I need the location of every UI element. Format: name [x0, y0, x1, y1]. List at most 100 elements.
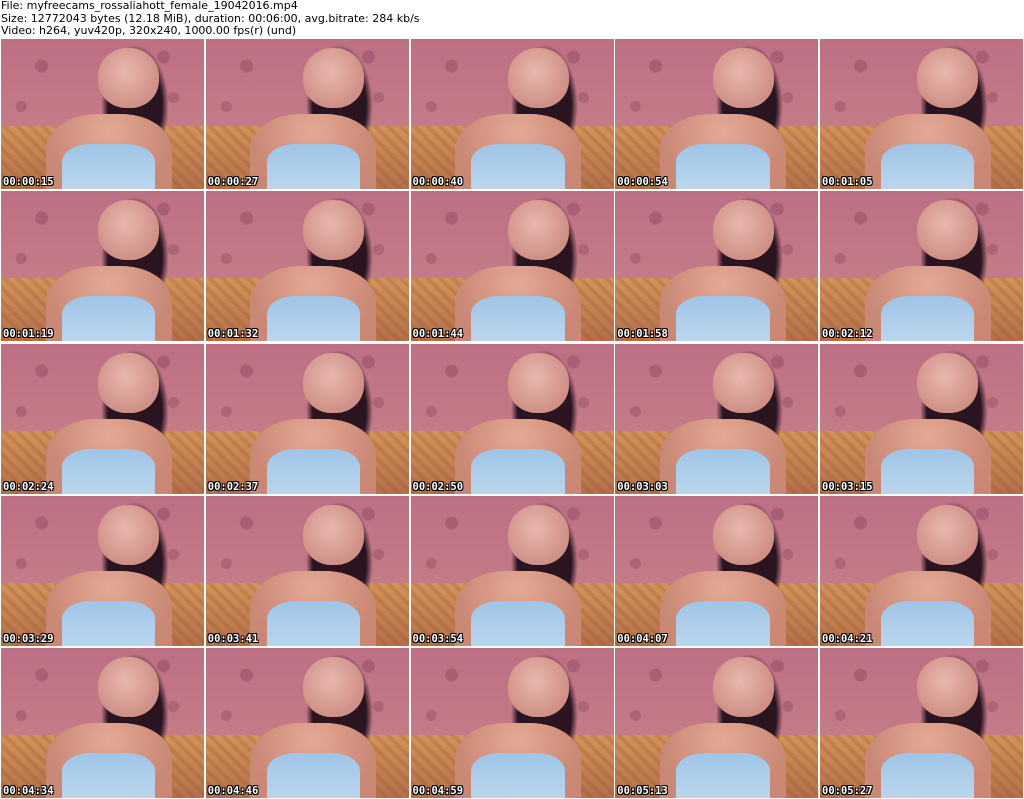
video-frame-thumbnail: 00:01:44 — [410, 191, 614, 342]
frame-face-shape — [98, 200, 160, 261]
frame-top-shape — [471, 448, 565, 494]
frame-timestamp: 00:00:27 — [207, 176, 259, 188]
frame-timestamp: 00:04:34 — [3, 785, 54, 797]
frame-timestamp: 00:03:29 — [3, 632, 54, 645]
thumbnail-grid: 00:00:15 00:00:27 00:00:40 00:00:54 00:01:05… — [1, 39, 1023, 798]
frame-top-shape — [471, 144, 565, 189]
frame-top-shape — [880, 753, 975, 798]
frame-timestamp: 00:05:13 — [617, 785, 668, 797]
video-frame-thumbnail: 00:02:50 — [410, 343, 614, 494]
frame-top-shape — [471, 296, 565, 342]
frame-face-shape — [712, 200, 774, 261]
video-frame-thumbnail: 00:03:03 — [615, 343, 819, 494]
video-frame-thumbnail: 00:03:29 — [1, 495, 204, 646]
frame-face-shape — [507, 48, 569, 108]
frame-timestamp: 00:03:03 — [617, 480, 668, 493]
frame-face-shape — [303, 657, 365, 717]
frame-timestamp: 00:04:21 — [822, 632, 873, 645]
video-frame-thumbnail: 00:03:54 — [410, 495, 614, 646]
frame-timestamp: 00:02:12 — [822, 328, 873, 341]
video-frame-thumbnail: 00:02:12 — [820, 191, 1023, 342]
file-name-line: File: myfreecams_rossaliahott_female_190… — [1, 0, 298, 12]
frame-face-shape — [507, 352, 569, 413]
frame-top-shape — [266, 144, 361, 189]
frame-face-shape — [98, 657, 160, 717]
frame-top-shape — [61, 144, 156, 189]
frame-top-shape — [676, 448, 770, 494]
frame-top-shape — [61, 448, 156, 494]
frame-face-shape — [917, 48, 979, 108]
frame-top-shape — [61, 600, 156, 646]
frame-face-shape — [712, 504, 774, 565]
video-frame-thumbnail: 00:00:15 — [1, 39, 204, 189]
frame-timestamp: 00:04:46 — [207, 785, 259, 797]
frame-top-shape — [471, 753, 565, 798]
frame-timestamp: 00:01:19 — [3, 328, 54, 341]
frame-timestamp: 00:03:41 — [207, 632, 259, 645]
video-frame-thumbnail: 00:01:05 — [820, 39, 1023, 189]
video-frame-thumbnail: 00:00:40 — [410, 39, 614, 189]
frame-timestamp: 00:02:24 — [3, 480, 54, 493]
frame-timestamp: 00:04:07 — [617, 632, 668, 645]
video-frame-thumbnail: 00:02:24 — [1, 343, 204, 494]
video-frame-thumbnail: 00:03:41 — [205, 495, 409, 646]
frame-timestamp: 00:02:37 — [207, 480, 259, 493]
frame-face-shape — [712, 352, 774, 413]
video-frame-thumbnail: 00:00:54 — [615, 39, 819, 189]
frame-top-shape — [471, 600, 565, 646]
video-frame-thumbnail: 00:01:32 — [205, 191, 409, 342]
video-frame-thumbnail: 00:04:34 — [1, 648, 204, 798]
frame-timestamp: 00:01:58 — [617, 328, 668, 341]
frame-face-shape — [917, 657, 979, 717]
frame-timestamp: 00:00:40 — [412, 176, 464, 188]
frame-face-shape — [917, 504, 979, 565]
video-frame-thumbnail: 00:05:27 — [820, 648, 1023, 798]
frame-face-shape — [712, 48, 774, 108]
video-frame-thumbnail: 00:00:27 — [205, 39, 409, 189]
frame-top-shape — [676, 296, 770, 342]
frame-face-shape — [507, 657, 569, 717]
frame-top-shape — [676, 600, 770, 646]
frame-timestamp: 00:01:44 — [412, 328, 464, 341]
frame-top-shape — [266, 296, 361, 342]
frame-timestamp: 00:04:59 — [412, 785, 464, 797]
frame-face-shape — [712, 657, 774, 717]
frame-face-shape — [98, 504, 160, 565]
frame-top-shape — [266, 600, 361, 646]
video-frame-thumbnail: 00:04:59 — [410, 648, 614, 798]
frame-top-shape — [266, 753, 361, 798]
frame-face-shape — [303, 504, 365, 565]
frame-face-shape — [98, 352, 160, 413]
frame-top-shape — [266, 448, 361, 494]
video-frame-thumbnail: 00:04:07 — [615, 495, 819, 646]
video-frame-thumbnail: 00:04:46 — [205, 648, 409, 798]
file-info-header: File: myfreecams_rossaliahott_female_190… — [1, 0, 1021, 38]
frame-top-shape — [676, 144, 770, 189]
frame-timestamp: 00:03:54 — [412, 632, 464, 645]
frame-top-shape — [880, 448, 975, 494]
video-frame-thumbnail: 00:05:13 — [615, 648, 819, 798]
frame-timestamp: 00:01:05 — [822, 176, 873, 188]
frame-timestamp: 00:00:54 — [617, 176, 668, 188]
video-frame-thumbnail: 00:01:19 — [1, 191, 204, 342]
frame-face-shape — [507, 504, 569, 565]
frame-top-shape — [61, 753, 156, 798]
frame-face-shape — [507, 200, 569, 261]
frame-face-shape — [917, 200, 979, 261]
frame-timestamp: 00:03:15 — [822, 480, 873, 493]
video-info-line: Video: h264, yuv420p, 320x240, 1000.00 f… — [1, 24, 297, 38]
frame-face-shape — [303, 352, 365, 413]
frame-face-shape — [303, 48, 365, 108]
frame-face-shape — [98, 48, 160, 108]
frame-top-shape — [676, 753, 770, 798]
frame-face-shape — [303, 200, 365, 261]
frame-timestamp: 00:05:27 — [822, 785, 873, 797]
frame-top-shape — [880, 296, 975, 342]
video-frame-thumbnail: 00:03:15 — [820, 343, 1023, 494]
video-frame-thumbnail: 00:04:21 — [820, 495, 1023, 646]
video-frame-thumbnail: 00:01:58 — [615, 191, 819, 342]
frame-timestamp: 00:02:50 — [412, 480, 464, 493]
frame-top-shape — [880, 144, 975, 189]
frame-top-shape — [880, 600, 975, 646]
video-frame-thumbnail: 00:02:37 — [205, 343, 409, 494]
